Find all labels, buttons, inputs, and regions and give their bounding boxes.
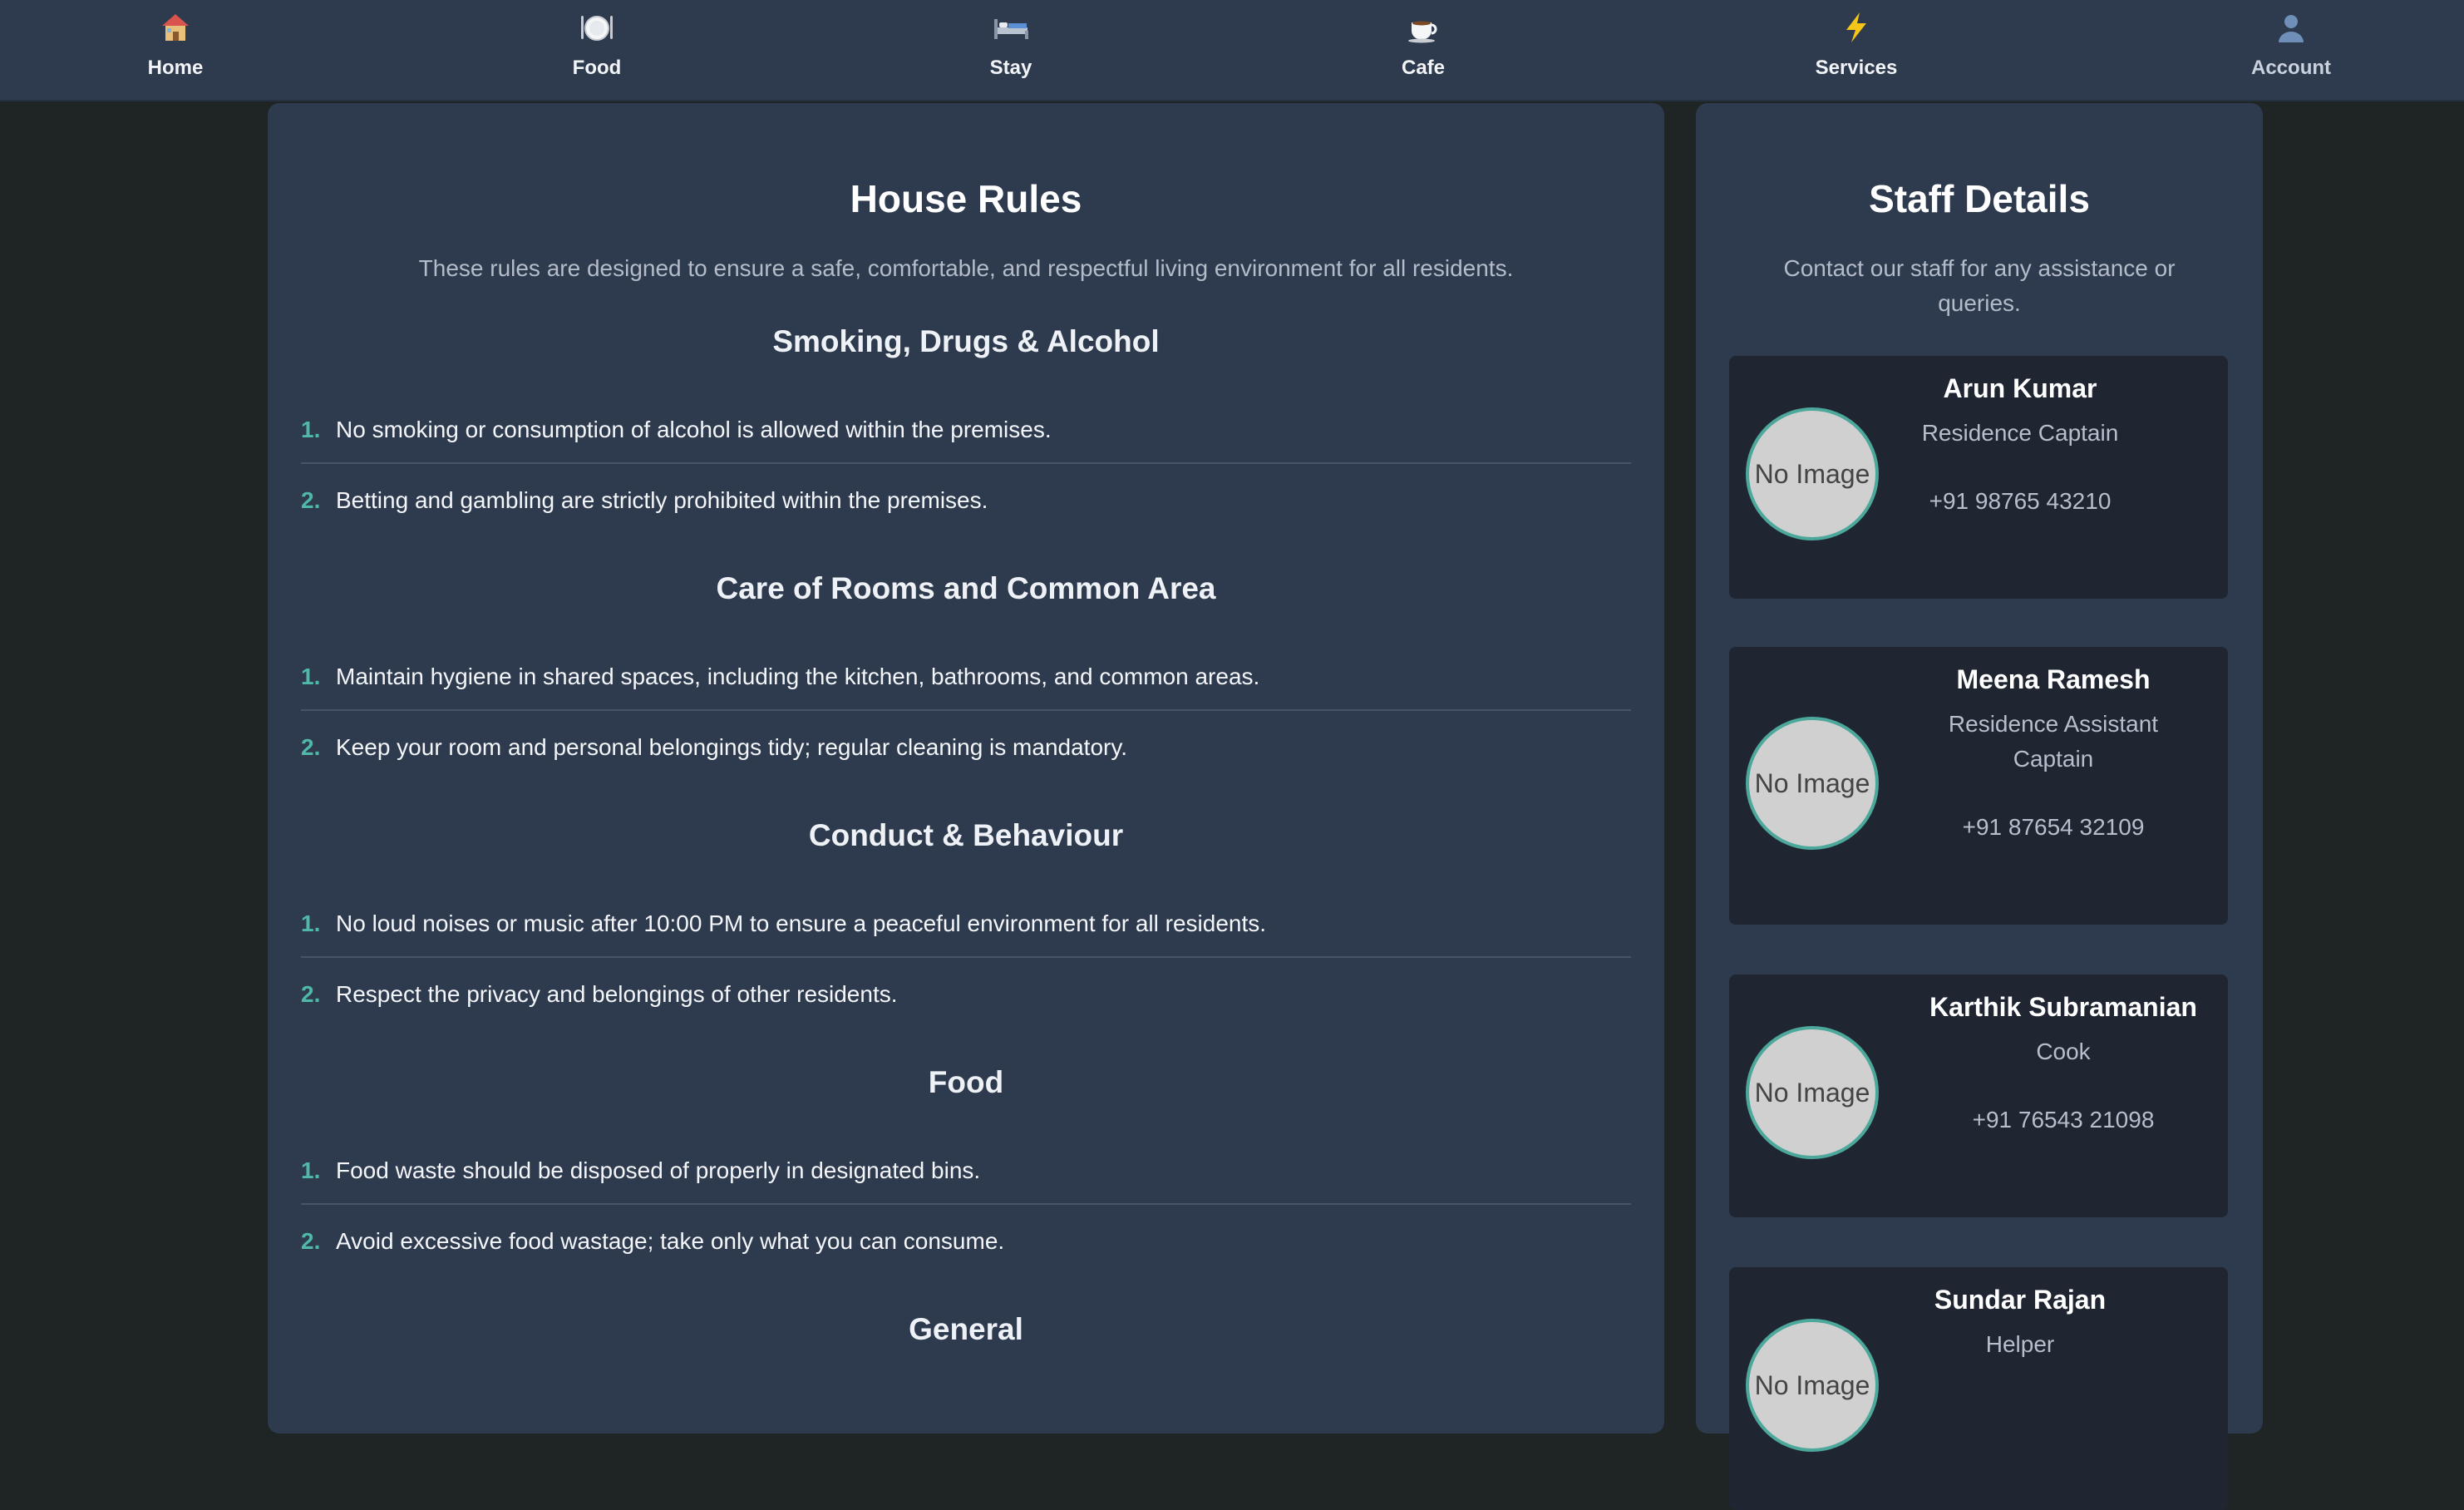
rule-item: 1. No smoking or consumption of alcohol … [301, 397, 1631, 464]
nav-cafe[interactable]: Cafe [1332, 8, 1515, 91]
staff-name: Meena Ramesh [1956, 664, 2151, 694]
rule-item: 2. Respect the privacy and belongings of… [301, 961, 1631, 1028]
plate-icon [579, 8, 615, 47]
staff-info: Sundar Rajan Helper [1870, 1282, 2170, 1395]
rule-text: No smoking or consumption of alcohol is … [336, 417, 1052, 442]
lightning-icon [1841, 8, 1871, 47]
staff-phone[interactable]: +91 87654 32109 [1920, 810, 2186, 845]
staff-name: Karthik Subramanian [1929, 992, 2197, 1022]
nav-account[interactable]: Account [2200, 8, 2383, 91]
staff-details-title: Staff Details [1869, 177, 2090, 220]
nav-food[interactable]: Food [505, 8, 688, 91]
rule-text: No loud noises or music after 10:00 PM t… [336, 910, 1267, 936]
nav-account-label: Account [2251, 57, 2331, 79]
staff-role: Cook [2036, 1039, 2091, 1064]
rule-item: 1. Maintain hygiene in shared spaces, in… [301, 644, 1631, 711]
rule-number: 1. [301, 910, 321, 936]
staff-info: Meena Ramesh Residence Assistant Captain… [1920, 662, 2186, 845]
rule-text: Betting and gambling are strictly prohib… [336, 487, 988, 513]
rule-number: 2. [301, 1228, 321, 1254]
staff-role: Helper [1985, 1331, 2055, 1357]
rule-text: Maintain hygiene in shared spaces, inclu… [336, 664, 1260, 689]
house-rules-panel: House Rules These rules are designed to … [268, 103, 1664, 1434]
staff-avatar: No Image [1746, 1319, 1879, 1452]
section-title-food: Food [928, 1065, 1004, 1099]
staff-name: Arun Kumar [1943, 373, 2097, 403]
nav-stay[interactable]: Stay [919, 8, 1102, 91]
staff-phone[interactable]: +91 76543 21098 [1889, 1103, 2238, 1137]
house-rules-title: House Rules [850, 177, 1082, 220]
coffee-icon [1405, 8, 1441, 47]
rule-number: 2. [301, 487, 321, 513]
house-rules-subtitle: These rules are designed to ensure a saf… [418, 255, 1514, 281]
rule-text: Avoid excessive food wastage; take only … [336, 1228, 1005, 1254]
nav-services[interactable]: Services [1765, 8, 1948, 91]
rule-number: 2. [301, 981, 321, 1007]
staff-role: Residence Assistant Captain [1948, 711, 2159, 772]
rule-number: 1. [301, 664, 321, 689]
rule-number: 1. [301, 417, 321, 442]
staff-info: Karthik Subramanian Cook +91 76543 21098 [1889, 989, 2238, 1137]
rule-item: 2. Keep your room and personal belonging… [301, 714, 1631, 781]
staff-phone[interactable]: +91 98765 43210 [1870, 484, 2170, 519]
staff-card: No Image Sundar Rajan Helper [1729, 1267, 2228, 1510]
bed-icon [992, 8, 1030, 47]
rule-number: 1. [301, 1157, 321, 1183]
section-title-smoking: Smoking, Drugs & Alcohol [772, 324, 1160, 358]
home-icon [159, 8, 192, 47]
nav-food-label: Food [572, 57, 622, 79]
nav-home[interactable]: Home [84, 8, 267, 91]
nav-home-label: Home [147, 57, 204, 79]
rule-item: 2. Betting and gambling are strictly pro… [301, 467, 1631, 534]
rule-item: 1. No loud noises or music after 10:00 P… [301, 891, 1631, 958]
nav-stay-label: Stay [989, 57, 1032, 79]
staff-details-subtitle: Contact our staff for any assistance or … [1783, 255, 2176, 316]
rule-text: Respect the privacy and belongings of ot… [336, 981, 898, 1007]
rule-text: Food waste should be disposed of properl… [336, 1157, 981, 1183]
nav-services-label: Services [1815, 57, 1898, 79]
nav-cafe-label: Cafe [1401, 57, 1446, 79]
rule-number: 2. [301, 734, 321, 760]
staff-avatar: No Image [1746, 717, 1879, 850]
rule-text: Keep your room and personal belongings t… [336, 734, 1128, 760]
staff-card: No Image Arun Kumar Residence Captain +9… [1729, 356, 2228, 599]
staff-info: Arun Kumar Residence Captain +91 98765 4… [1870, 371, 2170, 519]
staff-card: No Image Meena Ramesh Residence Assistan… [1729, 647, 2228, 925]
staff-avatar: No Image [1746, 1026, 1879, 1159]
section-title-care-of-rooms: Care of Rooms and Common Area [716, 571, 1216, 605]
rule-item: 1. Food waste should be disposed of prop… [301, 1138, 1631, 1205]
section-title-general: General [909, 1312, 1023, 1346]
staff-avatar: No Image [1746, 407, 1879, 540]
section-title-conduct: Conduct & Behaviour [808, 818, 1124, 852]
rule-item: 2. Avoid excessive food wastage; take on… [301, 1208, 1631, 1275]
user-icon [2274, 8, 2308, 47]
staff-details-panel: Staff Details Contact our staff for any … [1696, 103, 2263, 1510]
staff-name: Sundar Rajan [1934, 1285, 2107, 1315]
staff-role: Residence Captain [1921, 420, 2119, 446]
top-navigation: Home Food Stay Cafe Services Account [0, 0, 2464, 101]
staff-card: No Image Karthik Subramanian Cook +91 76… [1729, 975, 2228, 1217]
